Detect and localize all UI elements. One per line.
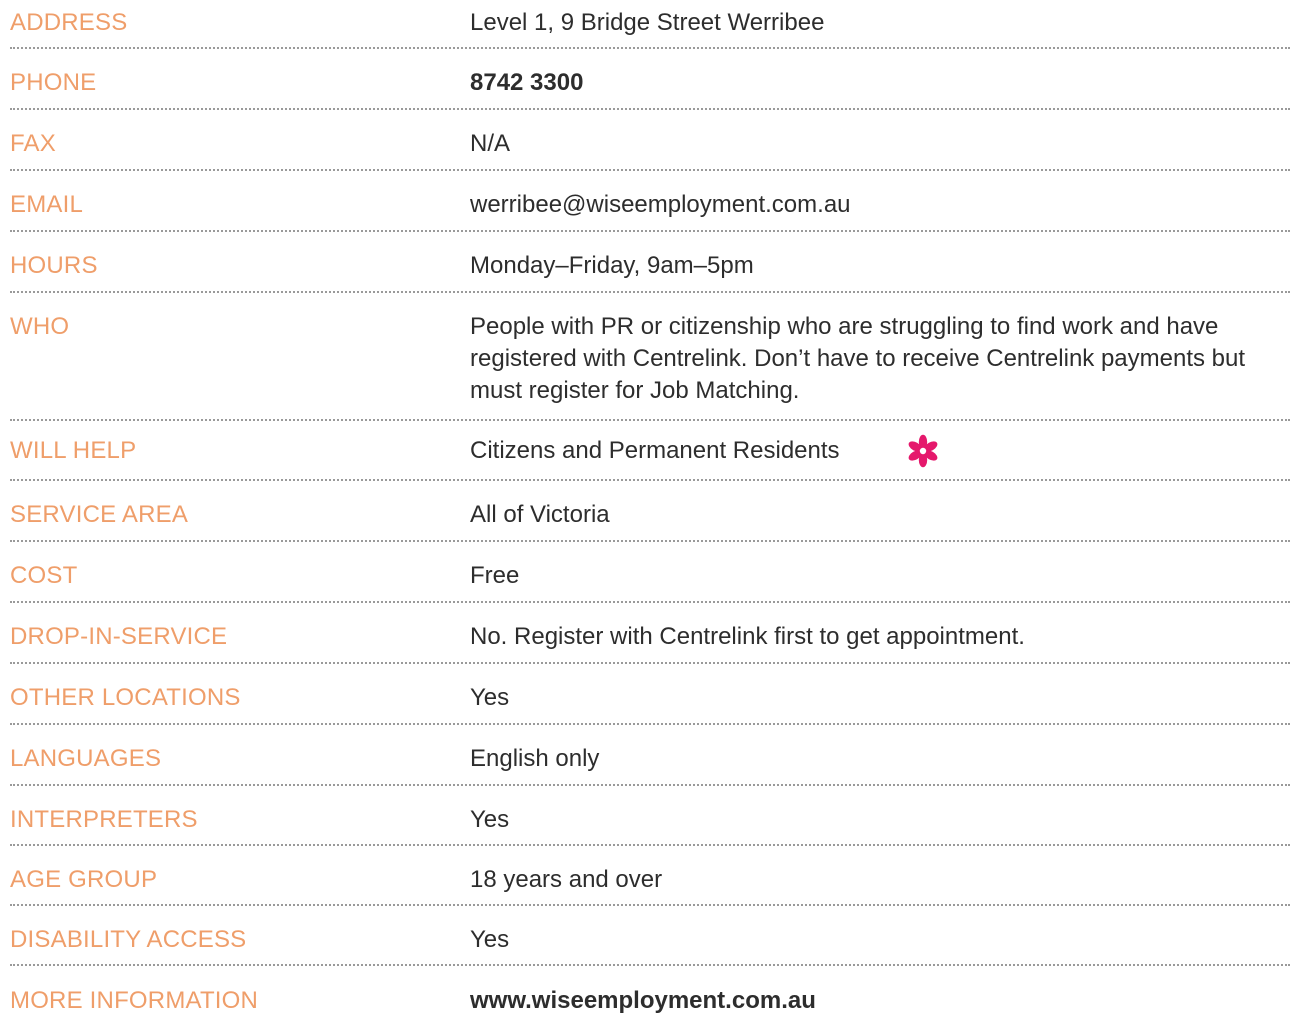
row-label: FAX <box>10 130 56 157</box>
row-label: INTERPRETERS <box>10 806 198 833</box>
row-who: WHO People with PR or citizenship who ar… <box>10 293 1290 421</box>
row-address: ADDRESS Level 1, 9 Bridge Street Werribe… <box>10 0 1290 49</box>
row-value: People with PR or citizenship who are st… <box>470 313 1246 404</box>
service-details-table: ADDRESS Level 1, 9 Bridge Street Werribe… <box>10 0 1290 1026</box>
row-value: werribee@wiseemployment.com.au <box>470 191 851 218</box>
row-value: Monday–Friday, 9am–5pm <box>470 252 754 279</box>
row-label: WILL HELP <box>10 437 137 464</box>
row-label: MORE INFORMATION <box>10 987 259 1014</box>
row-label: HOURS <box>10 252 98 279</box>
row-label: SERVICE AREA <box>10 501 189 528</box>
website-link[interactable]: www.wiseemployment.com.au <box>470 985 1270 1017</box>
row-label: WHO <box>10 313 70 340</box>
row-age-group: AGE GROUP 18 years and over <box>10 846 1290 906</box>
row-value: English only <box>470 745 600 772</box>
row-label: AGE GROUP <box>10 866 158 893</box>
row-label: OTHER LOCATIONS <box>10 684 241 711</box>
row-cost: COST Free <box>10 542 1290 603</box>
flower-icon <box>908 434 938 468</box>
row-value: N/A <box>470 130 511 157</box>
row-value: Yes <box>470 806 510 833</box>
row-label: EMAIL <box>10 191 84 218</box>
row-email: EMAIL werribee@wiseemployment.com.au <box>10 171 1290 232</box>
row-drop-in-service: DROP-IN-SERVICE No. Register with Centre… <box>10 603 1290 664</box>
row-disability-access: DISABILITY ACCESS Yes <box>10 906 1290 966</box>
row-interpreters: INTERPRETERS Yes <box>10 786 1290 846</box>
row-phone: PHONE 8742 3300 <box>10 49 1290 110</box>
row-fax: FAX N/A <box>10 110 1290 171</box>
row-label: PHONE <box>10 69 97 96</box>
row-will-help: WILL HELP Citizens and Permanent Residen… <box>10 421 1290 481</box>
row-label: DISABILITY ACCESS <box>10 926 247 953</box>
row-more-information: MORE INFORMATION www.wiseemployment.com.… <box>10 966 1290 1026</box>
row-value: All of Victoria <box>470 501 610 528</box>
row-label: ADDRESS <box>10 9 128 36</box>
row-label: LANGUAGES <box>10 745 162 772</box>
row-value: Yes <box>470 926 510 953</box>
row-value: 8742 3300 <box>470 69 584 96</box>
row-other-locations: OTHER LOCATIONS Yes <box>10 664 1290 725</box>
row-languages: LANGUAGES English only <box>10 725 1290 786</box>
row-value: No. Register with Centrelink first to ge… <box>470 623 1025 650</box>
row-value: Citizens and Permanent Residents <box>470 437 840 464</box>
row-service-area: SERVICE AREA All of Victoria <box>10 481 1290 542</box>
row-value: Free <box>470 562 520 589</box>
row-value: 18 years and over <box>470 866 663 893</box>
row-value: Level 1, 9 Bridge Street Werribee <box>470 9 825 36</box>
row-hours: HOURS Monday–Friday, 9am–5pm <box>10 232 1290 293</box>
row-label: COST <box>10 562 78 589</box>
row-label: DROP-IN-SERVICE <box>10 623 228 650</box>
row-value: Yes <box>470 684 510 711</box>
